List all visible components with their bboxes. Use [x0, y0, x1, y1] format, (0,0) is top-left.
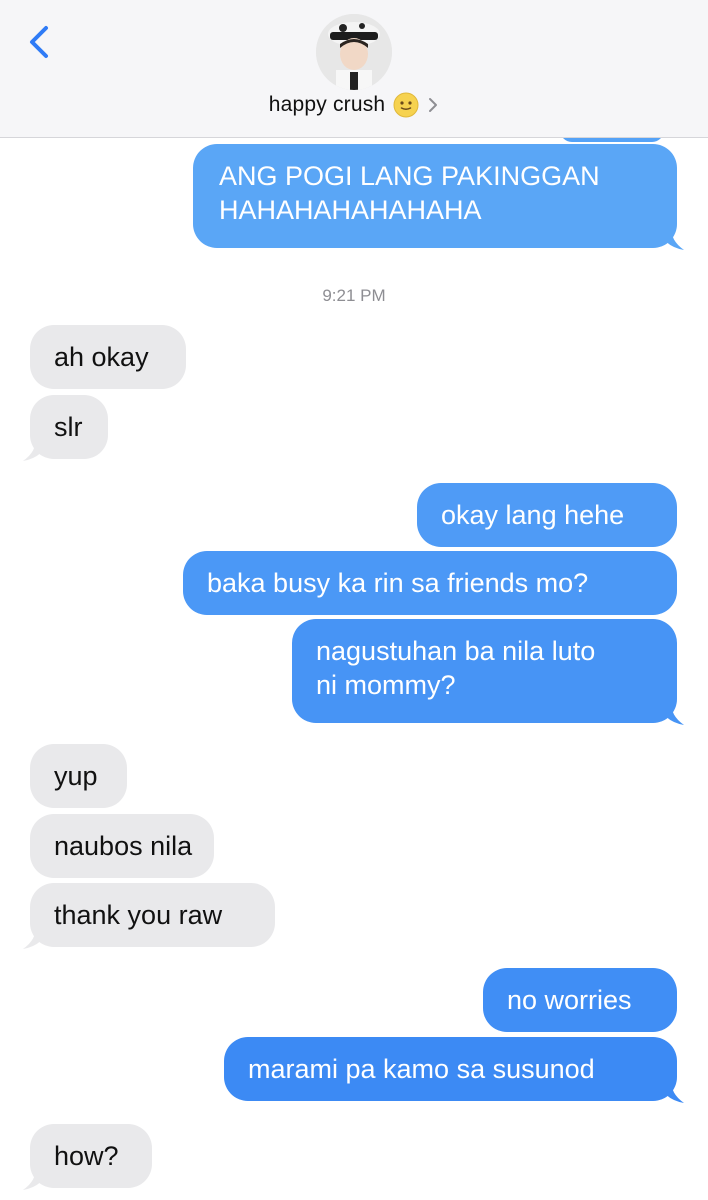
- received-message[interactable]: slr: [23, 395, 108, 461]
- message-line: ANG POGI LANG PAKINGGAN: [219, 161, 600, 191]
- message-line: ni mommy?: [316, 670, 456, 700]
- message-thread[interactable]: ANG POGI LANG PAKINGGAN HAHAHAHAHAHAHA 9…: [0, 138, 708, 1200]
- message-text: ah okay: [54, 342, 149, 372]
- sent-message[interactable]: nagustuhan ba nila luto ni mommy?: [292, 619, 684, 725]
- message-text: marami pa kamo sa susunod: [248, 1054, 595, 1084]
- chevron-left-icon[interactable]: [20, 22, 60, 62]
- bubble-tail: [23, 927, 47, 949]
- received-message[interactable]: ah okay: [30, 325, 186, 389]
- bubble-tail: [660, 1081, 684, 1103]
- message-line: nagustuhan ba nila luto: [316, 636, 596, 666]
- message-text: naubos nila: [54, 831, 193, 861]
- chevron-right-icon: [429, 98, 438, 112]
- bubble-tail: [23, 439, 47, 461]
- bubble-tail: [660, 228, 684, 250]
- received-message[interactable]: naubos nila: [30, 814, 214, 878]
- contact-info[interactable]: happy crush: [0, 90, 708, 120]
- received-message[interactable]: yup: [30, 744, 127, 808]
- received-message[interactable]: thank you raw: [23, 883, 275, 949]
- sent-message[interactable]: baka busy ka rin sa friends mo?: [183, 551, 677, 615]
- avatar-photo: [316, 14, 392, 90]
- sent-message[interactable]: ANG POGI LANG PAKINGGAN HAHAHAHAHAHAHA: [193, 144, 684, 250]
- previous-message-edge: [560, 138, 664, 142]
- message-text: baka busy ka rin sa friends mo?: [207, 568, 589, 598]
- sent-message[interactable]: no worries: [483, 968, 677, 1032]
- timestamp: 9:21 PM: [322, 286, 386, 305]
- message-text: thank you raw: [54, 900, 223, 930]
- smiling-face-emoji-icon: [393, 92, 419, 118]
- bubble-tail: [660, 703, 684, 725]
- avatar[interactable]: [316, 14, 392, 90]
- conversation-header: happy crush: [0, 0, 708, 138]
- bubble-tail: [23, 1168, 47, 1190]
- received-message[interactable]: how?: [23, 1124, 152, 1190]
- message-text: slr: [54, 412, 83, 442]
- message-text: yup: [54, 761, 98, 791]
- message-text: no worries: [507, 985, 632, 1015]
- sent-message[interactable]: okay lang hehe: [417, 483, 677, 547]
- sent-message[interactable]: marami pa kamo sa susunod: [224, 1037, 684, 1103]
- message-text: okay lang hehe: [441, 500, 625, 530]
- message-line: HAHAHAHAHAHAHA: [219, 195, 482, 225]
- contact-name: happy crush: [268, 93, 386, 116]
- message-text: how?: [54, 1141, 119, 1171]
